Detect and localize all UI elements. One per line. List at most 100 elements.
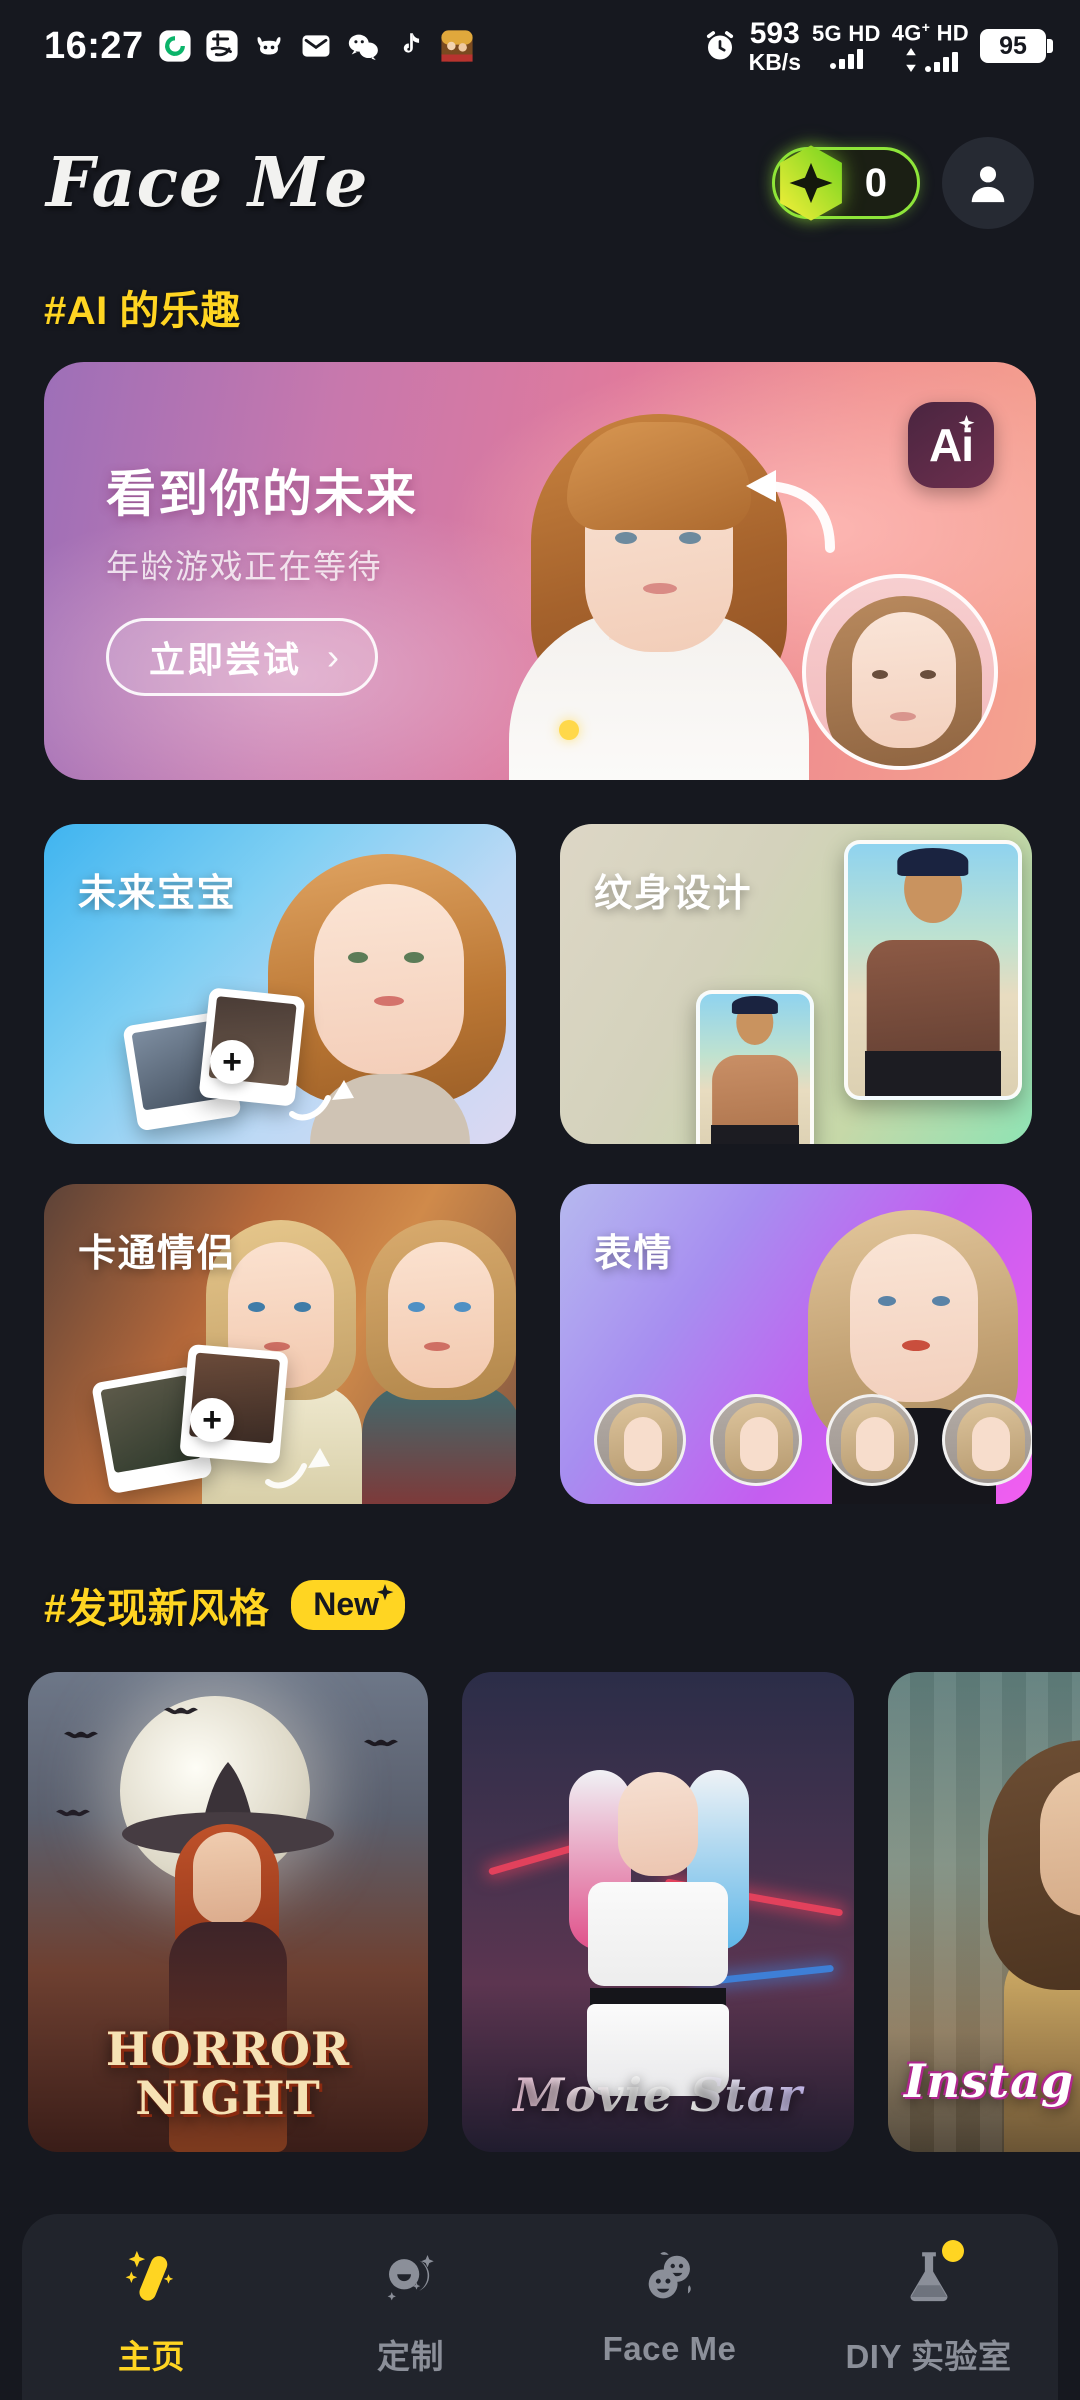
sim1-hd-label: HD	[848, 21, 881, 46]
style-card-caption: HORROR NIGHT	[28, 2025, 428, 2122]
user-avatar-icon	[971, 166, 1005, 203]
sim2-label: 4G+ HD	[892, 20, 969, 44]
bat-icon	[56, 1809, 90, 1817]
tiktok-icon	[403, 33, 419, 53]
hero-model-photo	[439, 380, 869, 780]
tattoo-source-photo	[696, 990, 814, 1144]
feature-card-expression[interactable]: 表情	[560, 1184, 1032, 1504]
mail-icon	[302, 35, 330, 57]
feature-card-label: 卡通情侣	[78, 1233, 237, 1275]
sim2-hd-label: HD	[936, 20, 969, 46]
notification-badge-dot	[941, 2240, 964, 2262]
sim1-signal-bars	[829, 49, 863, 69]
feature-card-tattoo-design[interactable]: 纹身设计	[560, 824, 1032, 1144]
curved-arrow-icon	[289, 1080, 354, 1121]
network-speed-unit: KB/s	[748, 48, 801, 75]
bat-icon	[364, 1739, 398, 1747]
style-card-caption: Movie Star	[462, 2068, 854, 2122]
plus-icon: +	[210, 1040, 254, 1084]
two-faces-icon	[633, 2240, 707, 2314]
feature-card-cartoon-couple[interactable]: 卡通情侣 +	[44, 1184, 516, 1504]
magic-wand-icon	[115, 2240, 189, 2314]
status-time: 16:27	[44, 24, 144, 67]
alarm-icon	[706, 31, 733, 60]
app-screen: 16:27 593 KB/s 5G HD 4G+ HD 95 Face Me 0…	[0, 0, 1080, 2400]
sim2-network-type: 4G	[891, 20, 922, 46]
network-speed: 593 KB/s	[748, 16, 801, 75]
hero-accent-dot	[559, 720, 579, 740]
status-bar-left: 16:27	[44, 25, 474, 68]
app-header: Face Me 0	[0, 118, 1080, 248]
caption-line-2: NIGHT	[135, 2070, 321, 2125]
nav-item-custom[interactable]: 定制	[281, 2240, 540, 2378]
network-speed-value: 593	[749, 16, 800, 50]
plus-icon: +	[190, 1398, 234, 1442]
tattoo-result-photo	[844, 840, 1022, 1100]
nav-item-label: DIY 实验室	[845, 2338, 1012, 2375]
header-actions: 0	[772, 137, 1034, 229]
expression-thumb-1	[594, 1394, 686, 1486]
curved-arrow-icon	[746, 470, 835, 553]
battery-percent: 95	[999, 31, 1027, 60]
hero-cta-button[interactable]: 立即尝试 ›	[106, 618, 379, 696]
expression-thumb-2	[710, 1394, 802, 1486]
chevron-right-icon: ›	[327, 636, 342, 677]
credits-value: 0	[864, 160, 887, 205]
status-notification-icons	[158, 29, 474, 63]
caption-line-1: HORROR	[105, 2022, 351, 2077]
curved-arrow-icon	[265, 1448, 330, 1489]
game-icon	[441, 30, 473, 62]
app-title: Face Me	[46, 143, 369, 223]
sim2-signal-bars	[924, 52, 958, 73]
feature-card-label: 未来宝宝	[78, 873, 237, 915]
sim1-label: 5G HD	[812, 23, 881, 45]
faces-sparkle-icon	[374, 2240, 448, 2314]
sim2-signal: 4G+ HD	[892, 20, 969, 73]
hero-text-block: 看到你的未来 年龄游戏正在等待 立即尝试 ›	[106, 454, 418, 696]
credits-button[interactable]: 0	[772, 145, 920, 221]
sync-icon	[159, 30, 191, 62]
nav-item-home[interactable]: 主页	[22, 2240, 281, 2378]
feature-card-label: 表情	[594, 1233, 674, 1275]
nav-item-diy-lab[interactable]: DIY 实验室	[799, 2240, 1058, 2378]
bat-icon	[164, 1707, 198, 1715]
nav-item-label: 定制	[377, 2338, 444, 2375]
hero-result-thumbnail	[802, 574, 998, 770]
diamond-gem-icon	[780, 145, 842, 221]
hero-cta-label: 立即尝试	[149, 639, 302, 680]
avatar[interactable]	[942, 137, 1034, 229]
expression-thumb-4	[942, 1394, 1032, 1486]
section-title-text: #发现新风格	[44, 1587, 270, 1631]
flask-icon	[892, 2240, 966, 2314]
style-card-caption: Instag	[904, 2054, 1075, 2108]
hero-title: 看到你的未来	[106, 466, 418, 522]
sim2-plus: +	[921, 18, 931, 35]
nav-item-label: Face Me	[602, 2330, 737, 2367]
sparkle-icon	[376, 1584, 394, 1601]
bat-icon	[64, 1731, 98, 1739]
alipay-icon	[206, 30, 238, 62]
feature-card-future-baby[interactable]: 未来宝宝 +	[44, 824, 516, 1144]
battery-indicator: 95	[980, 29, 1053, 63]
nav-item-label: 主页	[118, 2338, 185, 2375]
style-card-horror-night[interactable]: HORROR NIGHT	[28, 1672, 428, 2152]
style-card-movie-star[interactable]: Movie Star	[462, 1672, 854, 2152]
section-title-new-styles: #发现新风格 New	[44, 1576, 406, 1634]
style-card-instagram[interactable]: Instag	[888, 1672, 1080, 2152]
sparkle-icon	[958, 415, 975, 431]
nav-item-faceme[interactable]: Face Me	[540, 2240, 799, 2368]
status-bar-right: 593 KB/s 5G HD 4G+ HD 95	[702, 16, 1053, 75]
section-title-text: #AI 的乐趣	[44, 289, 241, 333]
hero-subtitle: 年龄游戏正在等待	[106, 548, 382, 585]
status-bar: 16:27 593 KB/s 5G HD 4G+ HD 95	[0, 0, 1080, 92]
bottom-navigation: 主页 定制 Face Me DIY 实验室	[22, 2214, 1058, 2400]
status-badge: New	[291, 1580, 406, 1630]
feature-card-label: 纹身设计	[594, 873, 753, 915]
sim1-signal: 5G HD	[812, 23, 881, 69]
expression-thumb-3	[826, 1394, 918, 1486]
ai-badge: Ai	[908, 402, 994, 488]
hornet-icon	[257, 37, 281, 55]
hero-banner[interactable]: 看到你的未来 年龄游戏正在等待 立即尝试 › Ai	[44, 362, 1036, 780]
section-title-ai-fun: #AI 的乐趣	[44, 278, 241, 336]
wechat-icon	[348, 34, 378, 61]
